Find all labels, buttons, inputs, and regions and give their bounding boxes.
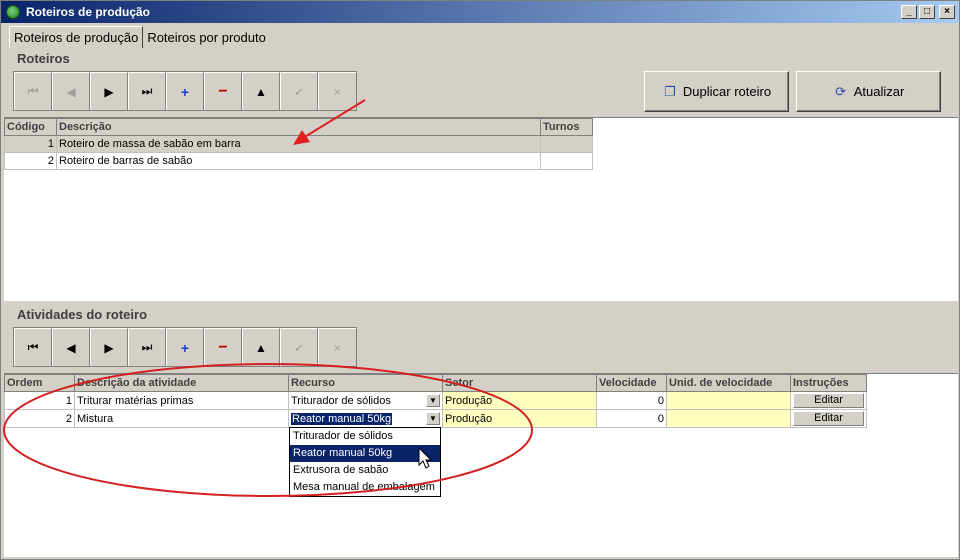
table-row[interactable]: 2 Mistura Reator manual 50kg ▼ Produção … (4, 409, 867, 428)
last-record-icon[interactable]: ⏭ (128, 72, 166, 110)
atividades-navigator: ⏮ ◀ ▶ ⏭ + − ▲ ✓ × (13, 327, 357, 367)
roteiros-section-label: Roteiros (17, 51, 70, 66)
atividade-recurso-cell[interactable]: Triturador de sólidos ▼ (288, 391, 443, 410)
copy-icon: ❐ (664, 83, 676, 99)
roteiros-table: Código Descrição Turnos 1 Roteiro de mas… (4, 118, 593, 170)
refresh-label: Atualizar (853, 84, 905, 99)
app-icon (6, 5, 20, 19)
recurso-combo[interactable]: Triturador de sólidos ▼ (291, 394, 440, 407)
atividade-ordem[interactable]: 2 (4, 409, 75, 428)
atividade-descricao[interactable]: Triturar matérias primas (74, 391, 289, 410)
roteiros-navigator: ⏮ ◀ ▶ ⏭ + − ▲ ✓ × (13, 71, 357, 111)
atividade-recurso-cell[interactable]: Reator manual 50kg ▼ (288, 409, 443, 428)
tab-roteiros-por-produto[interactable]: Roteiros por produto (143, 26, 270, 47)
column-header-codigo[interactable]: Código (4, 118, 57, 136)
dropdown-option-selected[interactable]: Reator manual 50kg (290, 445, 440, 462)
first-record-icon[interactable]: ⏮ (14, 328, 52, 366)
roteiro-turnos[interactable] (540, 152, 593, 170)
title-bar[interactable]: Roteiros de produção _ □ × (1, 1, 959, 23)
next-record-icon[interactable]: ▶ (90, 72, 128, 110)
recurso-value: Triturador de sólidos (291, 394, 391, 407)
prior-record-icon[interactable]: ◀ (52, 328, 90, 366)
atividade-setor[interactable]: Produção (442, 409, 597, 428)
edit-record-icon[interactable]: ▲ (242, 328, 280, 366)
atividade-setor[interactable]: Produção (442, 391, 597, 410)
cancel-record-icon[interactable]: × (318, 72, 356, 110)
column-header-recurso[interactable]: Recurso (288, 374, 443, 392)
close-icon[interactable]: × (939, 5, 955, 19)
atividade-descricao[interactable]: Mistura (74, 409, 289, 428)
tab-roteiros-de-producao[interactable]: Roteiros de produção (9, 26, 144, 48)
post-record-icon[interactable]: ✓ (280, 72, 318, 110)
dropdown-option[interactable]: Triturador de sólidos (290, 428, 440, 445)
first-record-icon[interactable]: ⏮ (14, 72, 52, 110)
atividade-unidade[interactable] (666, 391, 791, 410)
atividade-instrucoes-cell: Editar (790, 409, 867, 428)
next-record-icon[interactable]: ▶ (90, 328, 128, 366)
minimize-icon[interactable]: _ (901, 5, 917, 19)
refresh-button[interactable]: ⟳ Atualizar (796, 71, 941, 112)
table-row[interactable]: 2 Roteiro de barras de sabão (4, 152, 593, 170)
insert-record-icon[interactable]: + (166, 72, 204, 110)
cancel-record-icon[interactable]: × (318, 328, 356, 366)
atividade-instrucoes-cell: Editar (790, 391, 867, 410)
insert-record-icon[interactable]: + (166, 328, 204, 366)
column-header-unid-velocidade[interactable]: Unid. de velocidade (666, 374, 791, 392)
roteiro-descricao[interactable]: Roteiro de massa de sabão em barra (56, 135, 541, 153)
tab-strip: Roteiros de produção Roteiros por produt… (9, 26, 270, 48)
delete-record-icon[interactable]: − (204, 328, 242, 366)
atividade-ordem[interactable]: 1 (4, 391, 75, 410)
column-header-ordem[interactable]: Ordem (4, 374, 75, 392)
prior-record-icon[interactable]: ◀ (52, 72, 90, 110)
edit-instructions-button[interactable]: Editar (793, 393, 864, 408)
duplicate-roteiro-label: Duplicar roteiro (682, 84, 772, 99)
recurso-combo[interactable]: Reator manual 50kg ▼ (291, 412, 440, 425)
atividades-table: Ordem Descrição da atividade Recurso Set… (4, 374, 867, 428)
edit-record-icon[interactable]: ▲ (242, 72, 280, 110)
roteiro-codigo[interactable]: 1 (4, 135, 57, 153)
chevron-down-icon[interactable]: ▼ (426, 394, 440, 407)
atividade-velocidade[interactable]: 0 (596, 409, 667, 428)
refresh-icon: ⟳ (835, 83, 847, 99)
recurso-dropdown-list: Triturador de sólidos Reator manual 50kg… (289, 427, 441, 497)
dropdown-option[interactable]: Extrusora de sabão (290, 462, 440, 479)
column-header-setor[interactable]: Setor (442, 374, 597, 392)
table-row[interactable]: 1 Roteiro de massa de sabão em barra (4, 135, 593, 153)
maximize-icon[interactable]: □ (919, 5, 935, 19)
window-controls: _ □ × (901, 5, 955, 19)
window-title: Roteiros de produção (26, 5, 151, 19)
column-header-velocidade[interactable]: Velocidade (596, 374, 667, 392)
table-row[interactable]: 1 Triturar matérias primas Triturador de… (4, 391, 867, 410)
edit-instructions-button[interactable]: Editar (793, 411, 864, 426)
post-record-icon[interactable]: ✓ (280, 328, 318, 366)
atividades-grid-area: Ordem Descrição da atividade Recurso Set… (4, 373, 958, 557)
column-header-instrucoes[interactable]: Instruções (790, 374, 867, 392)
delete-record-icon[interactable]: − (204, 72, 242, 110)
column-header-descricao-atividade[interactable]: Descrição da atividade (74, 374, 289, 392)
column-header-turnos[interactable]: Turnos (540, 118, 593, 136)
duplicate-roteiro-button[interactable]: ❐ Duplicar roteiro (644, 71, 789, 112)
atividade-velocidade[interactable]: 0 (596, 391, 667, 410)
column-header-descricao[interactable]: Descrição (56, 118, 541, 136)
chevron-down-icon[interactable]: ▼ (426, 412, 440, 425)
roteiro-turnos[interactable] (540, 135, 593, 153)
main-window: Roteiros de produção _ □ × Roteiros de p… (0, 0, 960, 560)
roteiro-descricao[interactable]: Roteiro de barras de sabão (56, 152, 541, 170)
roteiro-codigo[interactable]: 2 (4, 152, 57, 170)
recurso-value[interactable]: Reator manual 50kg (291, 412, 393, 425)
atividade-unidade[interactable] (666, 409, 791, 428)
last-record-icon[interactable]: ⏭ (128, 328, 166, 366)
dropdown-option[interactable]: Mesa manual de embalagem (290, 479, 440, 496)
roteiros-grid-area: Código Descrição Turnos 1 Roteiro de mas… (4, 117, 958, 301)
atividades-section-label: Atividades do roteiro (17, 307, 148, 322)
